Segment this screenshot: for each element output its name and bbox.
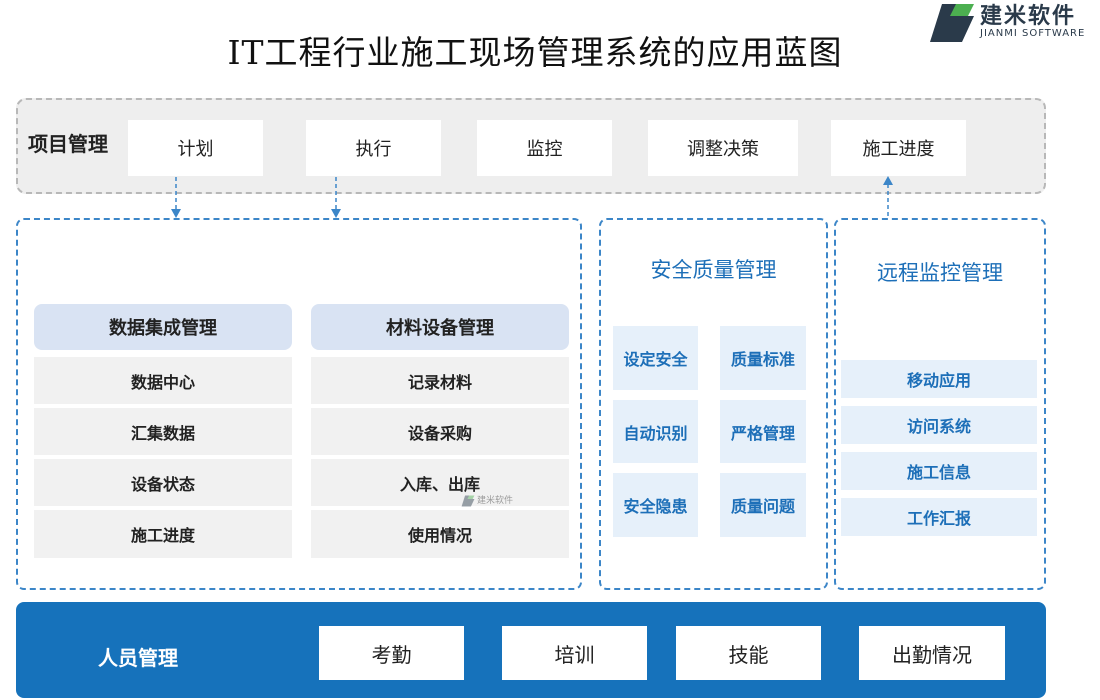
arrowhead-remote	[883, 176, 893, 185]
data-integration-item[interactable]: 汇集数据	[34, 408, 292, 455]
safety-quality-title: 安全质量管理	[650, 258, 777, 282]
arrowhead-plan	[171, 209, 181, 218]
safety-item-safety-hazard[interactable]: 安全隐患	[613, 473, 698, 537]
safety-item-quality-issue[interactable]: 质量问题	[720, 473, 806, 537]
data-integration-item[interactable]: 施工进度	[34, 510, 292, 558]
data-integration-item[interactable]: 设备状态	[34, 459, 292, 506]
material-equipment-item[interactable]: 使用情况	[311, 510, 569, 558]
data-integration-item[interactable]: 数据中心	[34, 357, 292, 404]
watermark-logo-icon	[461, 495, 475, 507]
material-equipment-header[interactable]: 材料设备管理	[311, 304, 569, 350]
watermark-text: 建米软件	[477, 496, 514, 506]
arrowhead-execute	[331, 209, 341, 218]
personnel-item-skills[interactable]: 技能	[676, 626, 821, 680]
safety-item-quality-standard[interactable]: 质量标准	[720, 326, 806, 390]
material-equipment-item[interactable]: 入库、出库	[311, 459, 569, 506]
remote-item-work-report[interactable]: 工作汇报	[841, 498, 1037, 536]
remote-item-construction-info[interactable]: 施工信息	[841, 452, 1037, 490]
data-integration-header[interactable]: 数据集成管理	[34, 304, 292, 350]
material-equipment-item[interactable]: 记录材料	[311, 357, 569, 404]
safety-item-auto-recognition[interactable]: 自动识别	[613, 400, 698, 463]
safety-item-strict-management[interactable]: 严格管理	[720, 400, 806, 463]
safety-item-set-safety[interactable]: 设定安全	[613, 326, 698, 390]
remote-item-access-system[interactable]: 访问系统	[841, 406, 1037, 444]
remote-monitoring-title: 远程监控管理	[877, 261, 1003, 285]
personnel-management-label: 人员管理	[98, 646, 178, 670]
personnel-item-training[interactable]: 培训	[502, 626, 647, 680]
personnel-item-attendance-status[interactable]: 出勤情况	[859, 626, 1005, 680]
material-equipment-item[interactable]: 设备采购	[311, 408, 569, 455]
remote-item-mobile-app[interactable]: 移动应用	[841, 360, 1037, 398]
personnel-item-attendance[interactable]: 考勤	[319, 626, 464, 680]
watermark: 建米软件	[461, 493, 513, 512]
